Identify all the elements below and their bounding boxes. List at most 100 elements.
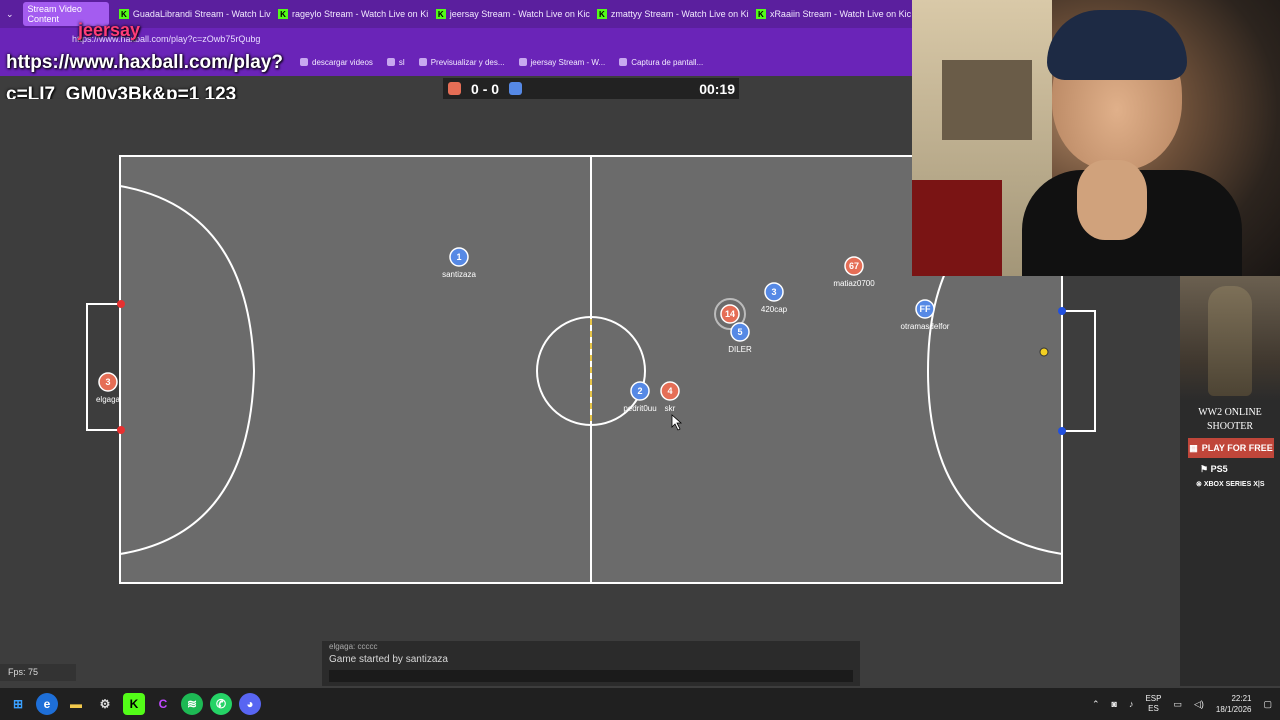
language-indicator[interactable]: ESP ES [1145,694,1161,714]
microphone-icon[interactable]: ♪ [1129,699,1134,709]
player-number: 4 [667,386,672,396]
soldier-image [1208,286,1252,396]
player-number: 3 [105,377,110,387]
tab-1[interactable]: Krageylo Stream - Watch Live on Ki✕ [272,3,430,25]
bookmark-icon [386,58,395,66]
controller-icon[interactable]: ◙ [1112,699,1117,709]
overlay-channel-name: jeersay [78,20,141,40]
lang-bottom: ES [1148,704,1159,713]
webcam-feed [912,0,1280,276]
player-name: matiaz0700 [833,279,875,288]
overlay-url-line-1: https://www.haxball.com/play? [6,52,283,73]
tab-label: jeersay Stream - Watch Live on Kic [449,9,590,19]
system-tray: ⌃ ◙ ♪ ESP ES ▭ ◁) 22:21 18/1/2026 ▢ [1092,688,1280,720]
file-explorer-icon[interactable]: ▬ [65,693,87,715]
kick-icon: K [596,9,607,19]
bookmark-icon [518,58,527,66]
score-separator: - [482,80,488,97]
webcam-hand [1077,160,1147,240]
bookmark-4[interactable]: Captura de pantall... [619,58,703,67]
bookmark-label: sl [398,58,405,67]
webcam-shelf [942,60,1032,140]
advertisement[interactable]: WW2 ONLINE SHOOTER ▦ PLAY FOR FREE ⚑ PS5 ⊗… [1180,276,1280,686]
webcam-cap [1047,10,1187,80]
chat-message: Game started by santizaza [329,654,448,665]
windows-icon: ▦ [1189,442,1198,453]
ad-title: WW2 ONLINE SHOOTER [1180,406,1280,434]
player-name: pedrit0uu [623,404,656,413]
player-name: elgaga [96,395,121,404]
clock-time: 22:21 [1231,694,1252,703]
goal-post [117,300,125,308]
score: 0 - 0 [471,81,499,97]
goal-post [1058,427,1066,435]
kick-icon: K [435,9,446,19]
notifications-icon[interactable]: ▢ [1263,699,1272,710]
lang-top: ESP [1145,694,1162,703]
kick-icon: K [118,9,129,19]
bookmarks-bar: descargar videos sl Previsualizar y des.… [300,58,703,67]
edge-browser-icon[interactable]: e [36,693,58,715]
twitch-style-app-icon[interactable]: C [152,693,174,715]
xbox-label: XBOX SERIES X|S [1203,481,1265,488]
bookmark-2[interactable]: Previsualizar y des... [418,58,505,67]
bookmark-icon [300,58,308,66]
player-name: otramasdelfor [901,322,950,331]
ad-title-line-2: SHOOTER [1206,421,1254,432]
whatsapp-icon[interactable]: ✆ [210,693,232,715]
discord-icon[interactable]: ◕ [239,693,261,715]
player-name: skr [665,404,676,413]
chat-previous-line: elgaga: ccccc [329,642,378,651]
kick-app-icon[interactable]: K [123,693,145,715]
bookmark-label: jeersay Stream - W... [530,58,606,67]
player-name: 420cap [761,305,788,314]
network-icon[interactable]: ▭ [1173,699,1182,710]
volume-icon[interactable]: ◁) [1194,699,1204,710]
tray-chevron-icon[interactable]: ⌃ [1092,699,1100,710]
tab-label: rageylo Stream - Watch Live on Ki [291,9,429,19]
ps5-label: PS5 [1210,464,1228,474]
kick-icon: K [277,9,288,19]
xbox-logo: ⊗ XBOX SERIES X|S [1196,481,1265,488]
bookmark-3[interactable]: jeersay Stream - W... [518,58,606,67]
player-number: 1 [456,252,461,262]
ad-title-line-1: WW2 ONLINE [1198,407,1262,418]
tab-3[interactable]: Kzmattyy Stream - Watch Live on Ki✕ [591,3,750,25]
webcam-chair [912,180,1002,276]
tab-label: zmattyy Stream - Watch Live on Ki [610,9,749,19]
clock-date: 18/1/2026 [1215,705,1252,714]
game-timer: 00:19 [699,80,735,97]
game-chat: elgaga: ccccc Game started by santizaza [322,641,860,686]
clock[interactable]: 22:21 18/1/2026 [1216,693,1252,715]
player-number: 5 [737,327,742,337]
ad-image [1180,276,1280,401]
windows-start-icon[interactable]: ⊞ [7,693,29,715]
red-score: 0 [471,80,479,97]
tab-2[interactable]: Kjeersay Stream - Watch Live on Kic✕ [430,3,591,25]
bookmark-0[interactable]: descargar videos [300,58,373,67]
chat-input[interactable] [329,670,853,682]
player-name: DILER [728,345,752,354]
fps-counter: Fps: 75 [0,664,76,681]
scoreboard: 0 - 0 00:19 [443,78,739,99]
spotify-icon[interactable]: ≋ [181,693,203,715]
settings-icon[interactable]: ⚙ [94,693,116,715]
tab-list-chevron-icon[interactable]: ⌄ [0,3,19,25]
ball [1039,347,1049,357]
player-number: 14 [725,309,735,319]
ad-button-label: PLAY FOR FREE [1201,443,1273,453]
ps5-logo: ⚑ PS5 [1200,464,1228,474]
windows-taskbar: ⊞ e ▬ ⚙ K C ≋ ✆ ◕ ⌃ ◙ ♪ ESP ES ▭ ◁) 22:21… [0,688,1280,720]
tab-4[interactable]: KxRaaiin Stream - Watch Live on Kic✕ [750,3,912,25]
player-number: 2 [637,386,642,396]
bookmark-1[interactable]: sl [386,58,405,67]
blue-score: 0 [491,80,500,97]
bookmark-icon [619,58,628,66]
goal-post [1058,307,1066,315]
play-for-free-button[interactable]: ▦ PLAY FOR FREE [1188,438,1274,458]
blue-team-icon [509,82,523,95]
goal-post [117,426,125,434]
player-number: FF [920,304,931,314]
tab-label: GuadaLibrandi Stream - Watch Liv [132,9,271,19]
bookmark-label: Captura de pantall... [631,58,704,67]
